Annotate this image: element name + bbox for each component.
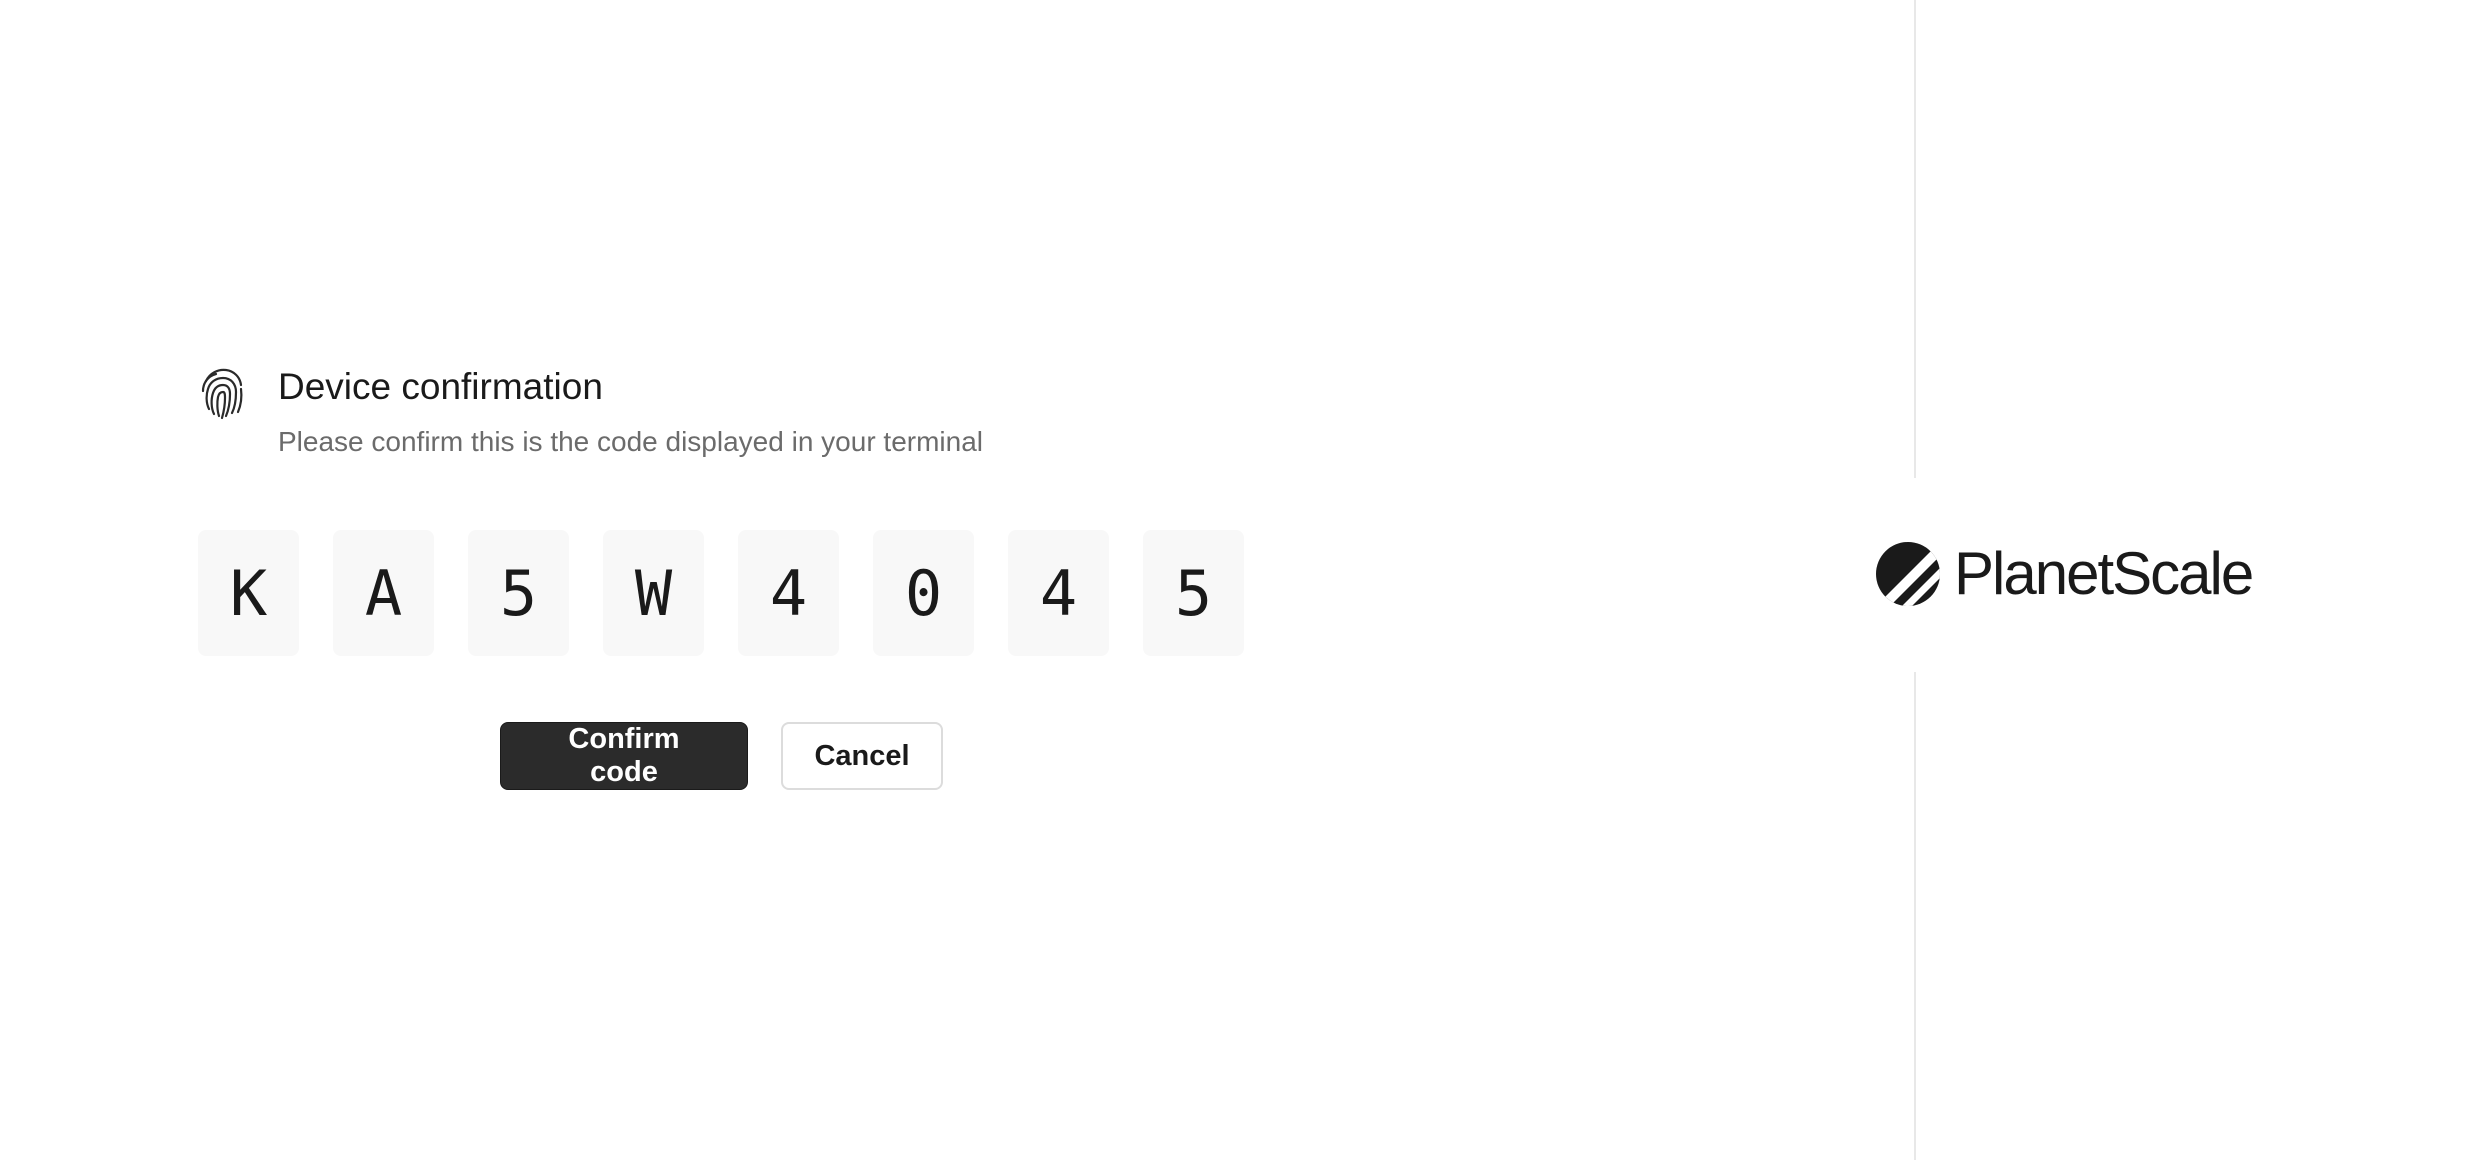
confirm-code-button[interactable]: Confirm code [500, 722, 748, 790]
device-confirmation-panel: Device confirmation Please confirm this … [0, 0, 1914, 1160]
actions: Confirm code Cancel [500, 722, 943, 790]
planetscale-logo-icon [1874, 540, 1942, 608]
divider-bottom [1914, 672, 1916, 1160]
title-block: Device confirmation Please confirm this … [278, 362, 983, 462]
code-character: 4 [738, 530, 839, 656]
code-character: 0 [873, 530, 974, 656]
code-character: K [198, 530, 299, 656]
code-character: 5 [468, 530, 569, 656]
divider-top [1914, 0, 1916, 478]
fingerprint-icon [198, 365, 246, 421]
code-character: 5 [1143, 530, 1244, 656]
code-character: A [333, 530, 434, 656]
header: Device confirmation Please confirm this … [198, 362, 983, 462]
code-character: 4 [1008, 530, 1109, 656]
brand-logo: PlanetScale [1874, 540, 2254, 608]
cancel-button[interactable]: Cancel [781, 722, 943, 790]
page-subtitle: Please confirm this is the code displaye… [278, 426, 984, 457]
code-character: W [603, 530, 704, 656]
confirmation-code: K A 5 W 4 0 4 5 [198, 530, 1244, 656]
page-title: Device confirmation [278, 366, 603, 407]
brand-name: PlanetScale [1954, 540, 2254, 607]
